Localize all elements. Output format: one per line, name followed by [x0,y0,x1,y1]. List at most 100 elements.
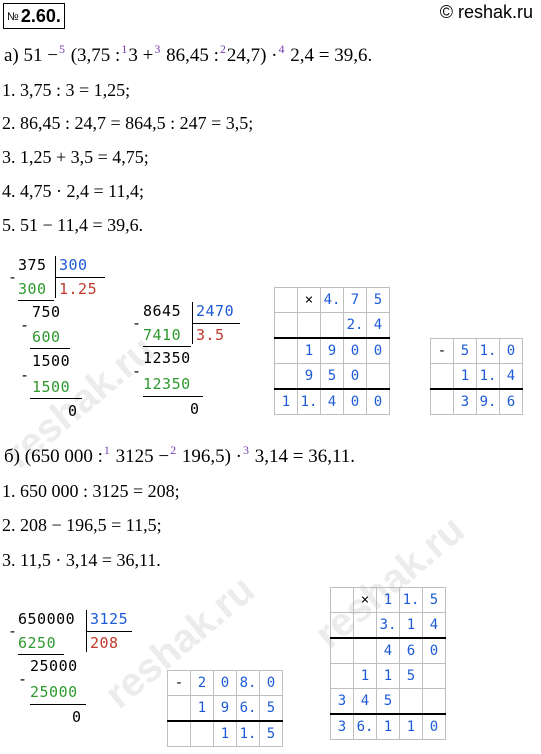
step-b1: 1. 650 000 : 3125 = 208; [2,481,180,501]
remainder: 1500 [32,352,71,370]
subtrahend: 600 [32,328,61,346]
grid-cell: 9 [297,363,321,390]
grid-cell: × [297,287,321,313]
step-b2: 2. 208 − 196,5 = 11,5; [2,515,162,535]
grid-cell [274,312,298,339]
grid-row: × 1 1. 5 [330,587,446,613]
minus-sign: - [8,622,18,640]
grid-cell: 4 [499,363,523,390]
grid-cell: 0 [343,363,367,390]
grid-cell: - [167,670,191,696]
grid-cell: 1. [399,587,423,613]
grid-cell: 6. [236,695,260,722]
eq-text: 3 + [128,45,154,66]
grid-cell: 5 [366,287,390,313]
subtrahend: 7410 [143,326,182,344]
eq-text: б) (650 000 : [4,446,103,467]
multiplication-11.5-by-3.14: × 1 1. 5 3. 1 4 4 6 0 1 1 5 3 4 5 3 6. 1 1 0 [330,587,446,740]
grid-cell [297,312,321,339]
grid-cell: 3 [330,688,354,715]
grid-cell: 6 [499,388,523,415]
problem-number-badge: № 2.60. [3,3,65,29]
minus-sign: - [18,670,28,688]
grid-cell: - [430,338,454,364]
grid-cell: 4 [366,312,390,339]
dividend: 650000 [18,610,76,628]
order-mark: 2 [170,443,177,457]
minus-sign: - [8,268,18,286]
grid-cell: 1 [453,363,477,390]
equation-a: а) 51 −5 (3,75 :13 +3 86,45 :224,7) ·4 2… [4,42,372,67]
grid-cell: 4. [320,287,344,313]
grid-cell: 1 [376,713,400,740]
order-mark: 1 [103,443,110,457]
grid-cell: 0 [259,670,283,696]
grid-cell: 1 [399,612,423,639]
grid-cell [167,720,191,747]
grid-cell: 0 [366,337,390,364]
grid-cell [330,663,354,689]
grid-row: 345 [330,688,446,715]
grid-cell [366,363,390,390]
divisor: 3125 [90,610,129,628]
grid-row: 1 1. 5 [167,720,283,747]
quotient: 208 [90,634,119,652]
grid-cell: 5 [422,587,446,613]
grid-row: -5 1. 0 [430,338,523,364]
remainder: 750 [32,303,61,321]
dividend: 8645 [143,302,182,320]
grid-cell: 4 [353,688,377,715]
order-mark: 2 [219,42,226,56]
grid-cell: 4 [422,612,446,639]
grid-cell: 3 [330,713,354,740]
grid-cell: 2 [190,670,214,696]
grid-cell: 1 [297,337,321,364]
grid-cell: 5 [259,695,283,722]
grid-cell: 1 [376,663,400,689]
grid-cell: 4 [376,637,400,664]
order-mark: 3 [154,42,161,56]
grid-cell: 0 [422,637,446,664]
remainder: 0 [72,708,82,726]
grid-cell [330,587,354,613]
remainder: 25000 [30,657,78,675]
grid-row: × 4. 7 5 [274,287,390,313]
grid-row: 460 [330,637,446,664]
grid-cell [274,363,298,390]
grid-cell: 9. [476,388,500,415]
grid-cell [399,688,423,715]
grid-row: 2. 4 [274,312,390,339]
order-mark: 3 [242,443,249,457]
problem-number: 2.60. [20,6,61,26]
step-a5: 5. 51 − 11,4 = 39,6. [2,215,144,235]
dividend: 375 [18,256,47,274]
grid-cell [422,663,446,689]
step-a4: 4. 4,75 · 2,4 = 11,4; [2,181,144,201]
grid-row: 1 9 6. 5 [167,695,283,722]
subtrahend: 6250 [18,634,57,652]
grid-cell: 0 [213,670,237,696]
grid-row: 3 9. 6 [430,388,523,415]
eq-text: а) 51 − [4,45,58,66]
quotient: 3.5 [196,326,225,344]
grid-cell: 1 [376,587,400,613]
subtrahend: 25000 [30,683,78,701]
grid-row: 1900 [274,337,390,364]
eq-text: 196,5) · [181,446,242,467]
grid-cell: 5 [320,363,344,390]
grid-cell [330,612,354,639]
grid-cell [320,312,344,339]
step-a2: 2. 86,45 : 24,7 = 864,5 : 247 = 3,5; [2,113,254,133]
eq-text: 3125 − [115,446,170,467]
grid-cell: 1. [236,720,260,747]
grid-cell: 0 [343,388,367,415]
subtrahend: 12350 [143,375,191,393]
grid-cell: 5 [453,338,477,364]
grid-row: 115 [330,663,446,689]
grid-cell: 8. [236,670,260,696]
grid-cell: 5 [399,663,423,689]
grid-cell: 5 [376,688,400,715]
grid-cell: 0 [366,388,390,415]
grid-row: 950 [274,363,390,390]
remainder: 0 [190,400,200,418]
